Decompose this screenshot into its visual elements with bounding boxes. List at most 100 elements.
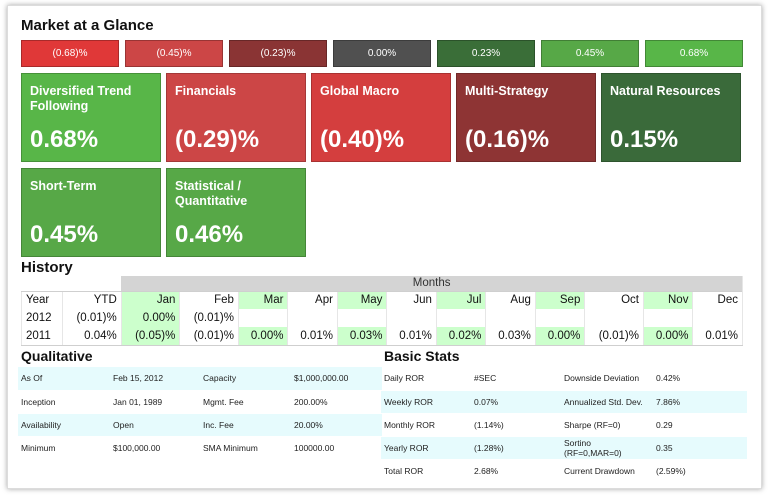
tile-value: (0.40)%	[320, 126, 405, 153]
months-header: Months	[121, 276, 744, 291]
table-cell: (2.59%)	[653, 459, 747, 483]
column-header: Nov	[642, 290, 693, 309]
tile-name: Multi-Strategy	[465, 84, 549, 98]
tile-name: Global Macro	[320, 84, 400, 98]
table-row: Daily ROR #SEC Downside Deviation 0.42%	[381, 367, 747, 391]
tile-statistical-quantitative[interactable]: Statistical / Quantitative 0.46%	[166, 168, 306, 257]
scale-segment: 0.45%	[541, 40, 639, 67]
history-title: History	[21, 259, 73, 276]
table-cell: Inception	[18, 390, 110, 414]
column-header: Jul	[435, 290, 486, 309]
tile-value: (0.29)%	[175, 126, 260, 153]
table-cell: 0.01%	[692, 327, 743, 346]
table-row: 2011 0.04% (0.05)% (0.01)% 0.00% 0.01% 0…	[20, 327, 743, 346]
column-header: May	[336, 290, 387, 309]
table-cell	[287, 309, 338, 327]
table-cell: Feb 15, 2012	[110, 367, 200, 391]
table-row: As Of Feb 15, 2012 Capacity $1,000,000.0…	[18, 367, 382, 391]
table-row: Weekly ROR 0.07% Annualized Std. Dev. 7.…	[381, 390, 747, 414]
table-cell	[642, 309, 693, 327]
column-header: Jan	[120, 290, 180, 309]
table-cell: Inc. Fee	[200, 413, 291, 437]
tile-value: 0.15%	[610, 126, 679, 153]
table-row: 2012 (0.01)% 0.00% (0.01)%	[20, 309, 743, 327]
basic-stats-table: Daily ROR #SEC Downside Deviation 0.42% …	[381, 367, 747, 483]
tile-name: Financials	[175, 84, 237, 98]
table-cell: Monthly ROR	[381, 413, 471, 437]
tile-diversified-trend-following[interactable]: Diversified Trend Following 0.68%	[21, 73, 161, 162]
column-header: Year	[20, 290, 63, 309]
table-cell: 0.00%	[642, 327, 693, 346]
table-cell: (0.05)%	[120, 327, 180, 346]
table-cell: SMA Minimum	[200, 436, 291, 460]
table-cell	[584, 309, 644, 327]
tile-multi-strategy[interactable]: Multi-Strategy (0.16)%	[456, 73, 596, 162]
column-header: Sep	[534, 290, 585, 309]
table-cell: 2012	[20, 309, 63, 327]
column-header: Feb	[179, 290, 239, 309]
tile-name: Short-Term	[30, 179, 97, 193]
column-header: Oct	[584, 290, 644, 309]
table-cell	[485, 309, 536, 327]
table-cell: 0.03%	[336, 327, 387, 346]
table-row: Inception Jan 01, 1989 Mgmt. Fee 200.00%	[18, 390, 382, 414]
table-cell: Availability	[18, 413, 110, 437]
table-cell: Daily ROR	[381, 367, 471, 391]
table-cell: As Of	[18, 367, 110, 391]
table-cell: 0.01%	[287, 327, 338, 346]
table-cell: 7.86%	[653, 390, 747, 414]
qualitative-table: As Of Feb 15, 2012 Capacity $1,000,000.0…	[18, 367, 382, 460]
table-cell: 0.00%	[534, 327, 585, 346]
table-cell: 2011	[20, 327, 63, 346]
table-cell: Weekly ROR	[381, 390, 471, 414]
table-cell: 0.01%	[386, 327, 437, 346]
table-cell: Downside Deviation	[561, 367, 653, 391]
table-cell: Mgmt. Fee	[200, 390, 291, 414]
table-cell: Open	[110, 413, 200, 437]
tile-value: (0.16)%	[465, 126, 550, 153]
tile-short-term[interactable]: Short-Term 0.45%	[21, 168, 161, 257]
tile-name: Statistical / Quantitative	[175, 179, 248, 208]
table-cell	[237, 309, 288, 327]
table-cell: Total ROR	[381, 459, 471, 483]
table-cell: Annualized Std. Dev.	[561, 390, 653, 414]
table-cell: Yearly ROR	[381, 436, 471, 460]
table-cell: 0.07%	[471, 390, 561, 414]
table-cell	[692, 309, 743, 327]
table-cell: 0.04%	[62, 327, 122, 346]
tile-natural-resources[interactable]: Natural Resources 0.15%	[601, 73, 741, 162]
table-cell: 20.00%	[291, 413, 382, 437]
table-row: Minimum $100,000.00 SMA Minimum 100000.0…	[18, 436, 382, 460]
scale-segment: (0.68)%	[21, 40, 119, 67]
tile-financials[interactable]: Financials (0.29)%	[166, 73, 306, 162]
scale-segment: 0.68%	[645, 40, 743, 67]
table-cell: (0.01)%	[62, 309, 122, 327]
table-cell: (1.14%)	[471, 413, 561, 437]
tile-value: 0.45%	[30, 221, 99, 248]
table-cell: 0.00%	[120, 309, 180, 327]
tile-value: 0.68%	[30, 126, 99, 153]
table-row: Yearly ROR (1.28%) Sortino (RF=0,MAR=0) …	[381, 436, 747, 460]
basic-stats-title: Basic Stats	[384, 348, 460, 364]
column-header: Apr	[287, 290, 338, 309]
tile-global-macro[interactable]: Global Macro (0.40)%	[311, 73, 451, 162]
tile-value: 0.46%	[175, 221, 244, 248]
market-title: Market at a Glance	[21, 17, 154, 34]
scale-segment: 0.23%	[437, 40, 535, 67]
table-cell: 2.68%	[471, 459, 561, 483]
table-cell	[534, 309, 585, 327]
table-cell: 0.02%	[435, 327, 486, 346]
table-cell: Jan 01, 1989	[110, 390, 200, 414]
table-cell: (0.01)%	[584, 327, 644, 346]
table-cell: Minimum	[18, 436, 110, 460]
table-cell: 0.29	[653, 413, 747, 437]
column-header: Mar	[237, 290, 288, 309]
scale-segment: (0.45)%	[125, 40, 223, 67]
column-header: YTD	[62, 290, 122, 309]
table-header-row: Year YTD Jan Feb Mar Apr May Jun Jul Aug…	[20, 290, 743, 309]
table-cell: $100,000.00	[110, 436, 200, 460]
table-cell: Sharpe (RF=0)	[561, 413, 653, 437]
table-cell	[435, 309, 486, 327]
table-cell: Capacity	[200, 367, 291, 391]
table-cell: 0.35	[653, 436, 747, 460]
